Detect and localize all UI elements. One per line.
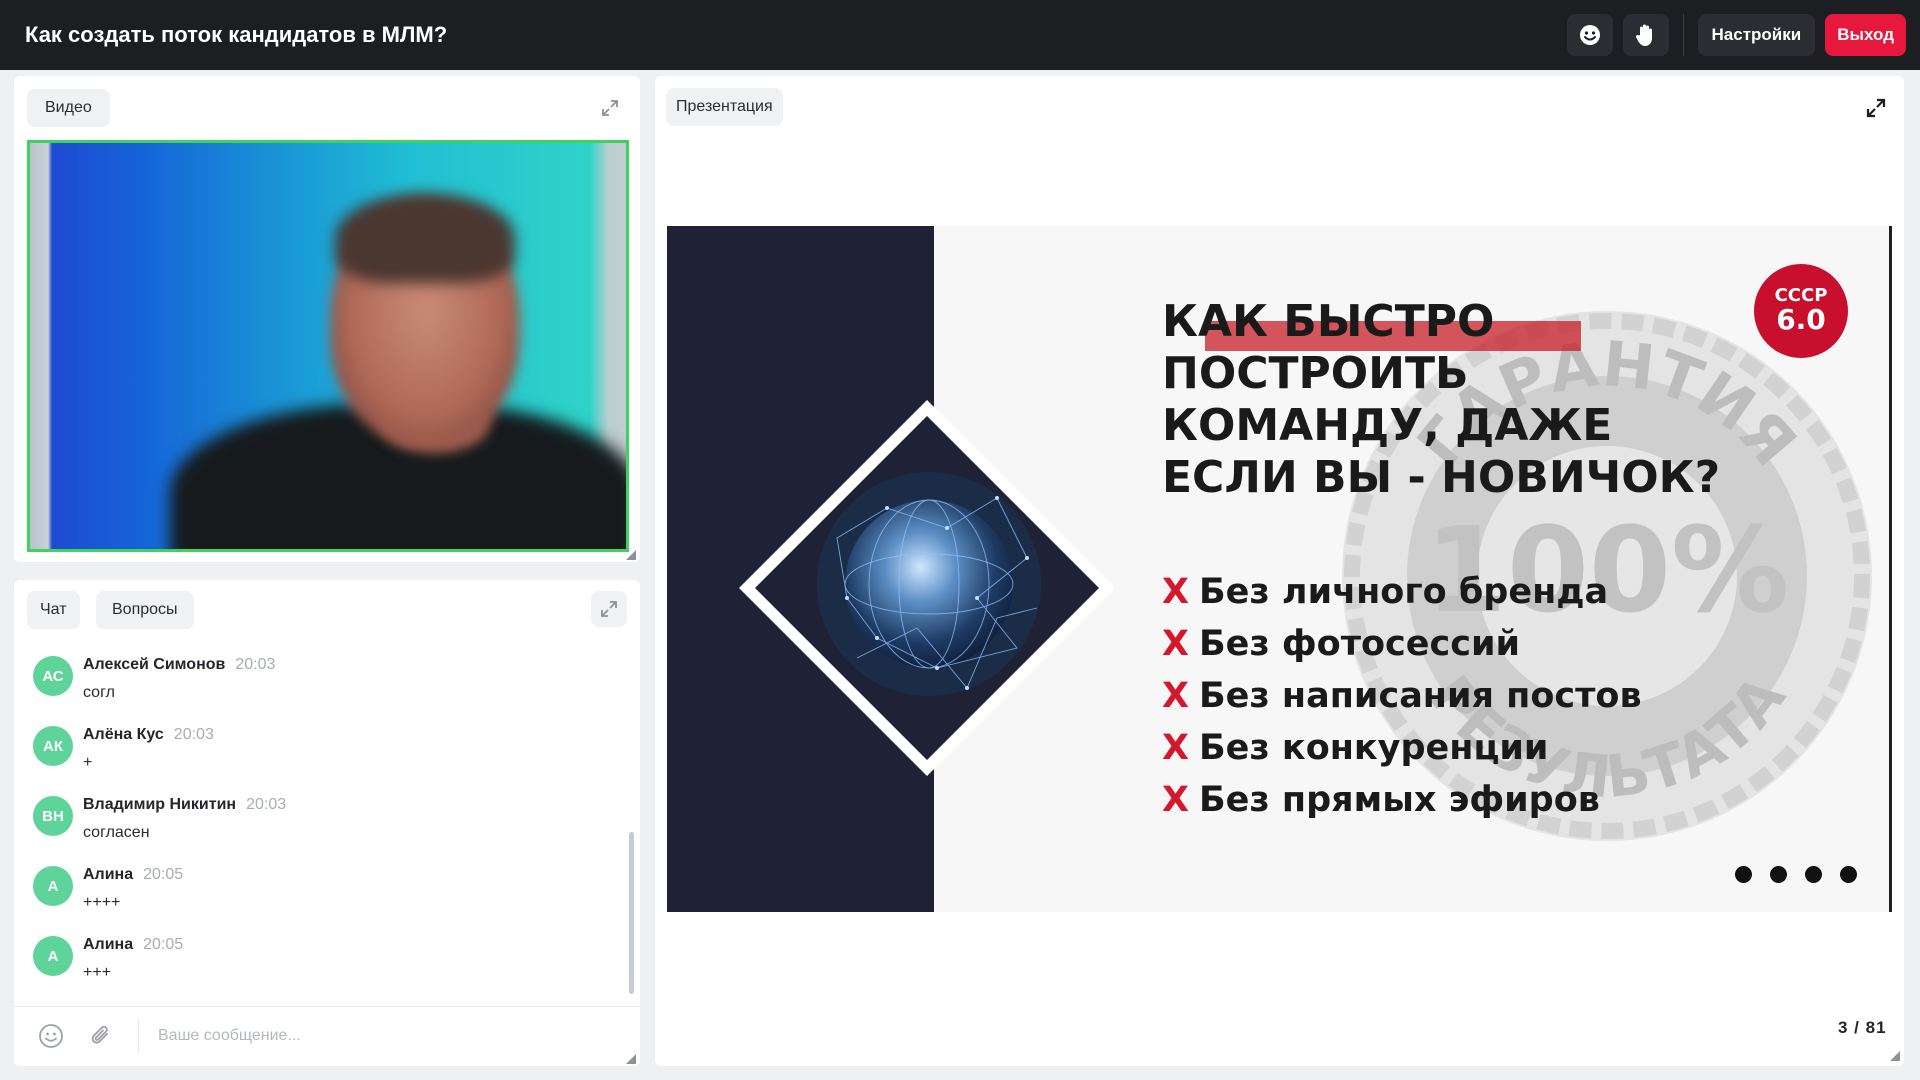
expand-icon xyxy=(602,100,618,116)
logo-line2: 6.0 xyxy=(1776,303,1826,336)
avatar: АК xyxy=(33,726,73,766)
presentation-slide: ГАРАНТИЯ 100% РЕЗУЛЬТАТА КАК БЫСТРО ПОСТ… xyxy=(667,226,1892,912)
chat-input-row xyxy=(14,1006,640,1064)
header-separator xyxy=(1682,14,1684,56)
headline-line: КОМАНДУ, ДАЖЕ xyxy=(1162,400,1613,451)
reactions-button[interactable] xyxy=(1566,14,1613,56)
bullet-marker: Х xyxy=(1162,624,1189,664)
chat-scrollbar[interactable] xyxy=(629,832,634,994)
message-text: согл xyxy=(83,684,115,701)
message-author: Алина 20:05 xyxy=(83,936,184,953)
tab-chat[interactable]: Чат xyxy=(27,591,80,629)
chat-message-list: АС Алексей Симонов 20:03 согл АК Алёна Ку… xyxy=(33,648,623,998)
message-text: +++ xyxy=(83,964,112,981)
chat-message: АС Алексей Симонов 20:03 согл xyxy=(33,648,623,718)
bullet-item: Х Без написания постов xyxy=(1162,676,1642,716)
exit-button[interactable]: Выход xyxy=(1825,14,1906,56)
bullet-item: Х Без личного бренда xyxy=(1162,572,1609,612)
top-bar: Как создать поток кандидатов в МЛМ? Наст… xyxy=(0,0,1920,70)
message-time: 20:03 xyxy=(246,796,287,813)
message-author: Алёна Кус 20:03 xyxy=(83,726,214,743)
slide-page-counter: 3 / 81 xyxy=(1838,1018,1887,1037)
slide-headline: КАК БЫСТРО ПОСТРОИТЬ КОМАНДУ, ДАЖЕ ЕСЛИ … xyxy=(1162,296,1720,504)
tab-presentation[interactable]: Презентация xyxy=(666,88,783,126)
bullet-item: Х Без фотосессий xyxy=(1162,624,1521,664)
chat-expand-button[interactable] xyxy=(591,591,627,627)
smiley-icon xyxy=(1579,25,1600,45)
dot xyxy=(1770,866,1787,883)
bullet-item: Х Без прямых эфиров xyxy=(1162,780,1600,820)
message-text: + xyxy=(83,754,93,771)
headline-line: КАК БЫСТРО xyxy=(1162,296,1495,347)
message-text: ++++ xyxy=(83,894,121,911)
video-resize-handle[interactable] xyxy=(626,550,636,560)
raise-hand-icon xyxy=(1635,24,1652,46)
bullet-marker: Х xyxy=(1162,676,1189,716)
emoji-button[interactable] xyxy=(36,1021,66,1051)
attach-button[interactable] xyxy=(86,1021,116,1051)
page-title: Как создать поток кандидатов в МЛМ? xyxy=(25,22,448,47)
message-time: 20:05 xyxy=(143,866,184,883)
expand-icon xyxy=(1866,98,1886,118)
avatar: А xyxy=(33,936,73,976)
bullet-marker: Х xyxy=(1162,728,1189,768)
video-expand-button[interactable] xyxy=(592,90,628,126)
globe-diamond-graphic xyxy=(739,400,1115,776)
bullet-item: Х Без конкуренции xyxy=(1162,728,1549,768)
chat-resize-handle[interactable] xyxy=(626,1054,636,1064)
expand-icon xyxy=(601,601,617,617)
avatar: ВН xyxy=(33,796,73,836)
message-author: Алексей Симонов 20:03 xyxy=(83,656,276,673)
dot xyxy=(1805,866,1822,883)
presentation-resize-handle[interactable] xyxy=(1890,1051,1900,1061)
ussr-logo: СССР 6.0 xyxy=(1754,264,1848,358)
video-feed[interactable] xyxy=(27,140,629,552)
bullet-marker: Х xyxy=(1162,780,1189,820)
message-author: Алина 20:05 xyxy=(83,866,184,883)
presentation-expand-button[interactable] xyxy=(1858,90,1894,126)
raise-hand-button[interactable] xyxy=(1622,14,1669,56)
chat-message: А Алина 20:05 ++++ xyxy=(33,858,623,928)
tab-questions[interactable]: Вопросы xyxy=(96,591,194,629)
header-actions: Настройки Выход xyxy=(1566,14,1906,56)
chat-message: А Алина 20:05 +++ xyxy=(33,928,623,998)
bullet-marker: Х xyxy=(1162,572,1189,612)
tab-video[interactable]: Видео xyxy=(27,89,110,127)
message-author: Владимир Никитин 20:03 xyxy=(83,796,287,813)
chat-message: АК Алёна Кус 20:03 + xyxy=(33,718,623,788)
chat-message: ВН Владимир Никитин 20:03 согласен xyxy=(33,788,623,858)
message-time: 20:03 xyxy=(173,726,214,743)
slide-bullet-list: Х Без личного бренда Х Без фотосессий Х Без… xyxy=(1162,566,1642,826)
dot xyxy=(1735,866,1752,883)
dot xyxy=(1840,866,1857,883)
headline-line: ЕСЛИ ВЫ - НОВИЧОК? xyxy=(1162,452,1721,503)
settings-button[interactable]: Настройки xyxy=(1697,14,1816,56)
slide-dots-decoration xyxy=(1735,866,1857,883)
smiley-icon xyxy=(39,1024,63,1048)
message-input[interactable] xyxy=(158,1021,618,1051)
input-divider xyxy=(138,1019,139,1053)
paperclip-icon xyxy=(91,1025,108,1044)
headline-line: ПОСТРОИТЬ xyxy=(1162,348,1469,399)
avatar: АС xyxy=(33,656,73,696)
message-time: 20:05 xyxy=(143,936,184,953)
message-time: 20:03 xyxy=(235,656,276,673)
avatar: А xyxy=(33,866,73,906)
video-person-hair xyxy=(335,193,515,283)
message-text: согласен xyxy=(83,824,150,841)
